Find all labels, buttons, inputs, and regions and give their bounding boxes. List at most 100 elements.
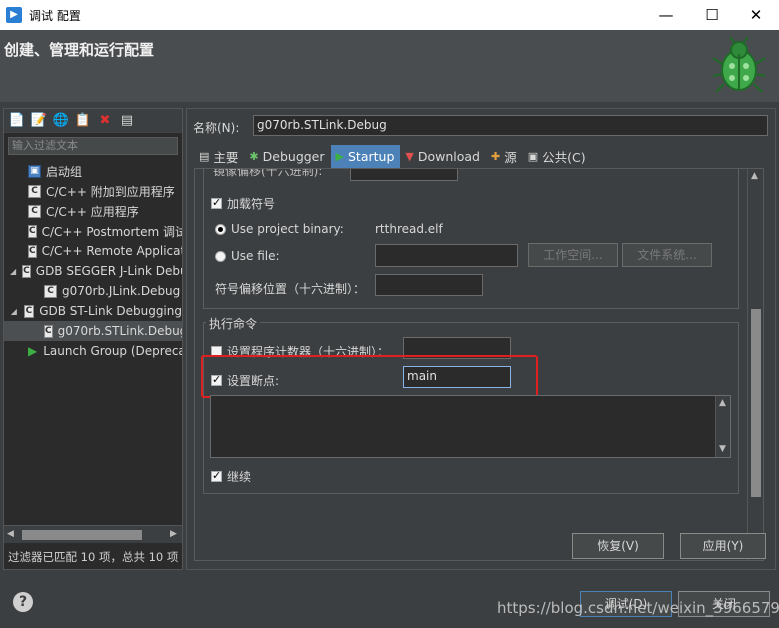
scroll-right-icon[interactable]: ▶ — [170, 529, 177, 539]
tab-startup[interactable]: ▶ Startup — [330, 145, 401, 168]
tab-source[interactable]: ✚ 源 — [486, 145, 523, 168]
tree-item-label: GDB ST-Link Debugging — [39, 304, 182, 318]
continue-checkbox[interactable] — [211, 469, 222, 482]
c-config-icon: C — [28, 204, 41, 218]
tree-item-label: Launch Group (Deprecated) — [43, 344, 182, 358]
tab-download[interactable]: ▼ Download — [400, 145, 486, 168]
tab-debugger[interactable]: ✱ Debugger — [244, 145, 330, 168]
source-icon: ✚ — [491, 150, 501, 163]
tree-item[interactable]: ▶ Launch Group (Deprecated) — [4, 341, 182, 361]
filter-input[interactable]: 输入过滤文本 — [8, 137, 178, 155]
use-project-binary-row[interactable]: Use project binary: — [215, 222, 344, 236]
watermark-text: https://blog.csdn.net/weixin_39665790 — [497, 599, 779, 617]
use-file-radio[interactable] — [215, 250, 226, 262]
tree-item-label: 启动组 — [46, 164, 83, 179]
delete-icon[interactable]: ✖ — [96, 112, 114, 130]
tree-item[interactable]: C C/C++ Remote Application — [4, 241, 182, 261]
scroll-thumb[interactable] — [751, 309, 761, 497]
eclipse-debug-icon: ▶ — [6, 7, 22, 23]
c-config-icon: C — [44, 324, 53, 338]
tree-item[interactable]: C C/C++ 应用程序 — [4, 201, 182, 221]
close-window-button[interactable]: ✕ — [733, 0, 779, 30]
image-offset-row: 镜像偏移(十六进制): — [213, 168, 323, 179]
tree-item[interactable]: C g070rb.JLink.Debug — [4, 281, 182, 301]
horizontal-scrollbar[interactable]: ◀ ▶ — [4, 525, 182, 543]
load-symbols-row[interactable]: 加载符号 — [211, 195, 275, 212]
new-config-icon[interactable]: 📄 — [8, 112, 26, 130]
tab-main[interactable]: ▤ 主要 — [194, 145, 244, 168]
name-input[interactable]: g070rb.STLink.Debug — [253, 115, 768, 136]
launch-icon: ▶ — [28, 344, 38, 358]
new-prototype-icon[interactable]: 📝 — [30, 112, 48, 130]
symbol-offset-input[interactable] — [375, 274, 483, 296]
continue-row[interactable]: 继续 — [211, 468, 251, 485]
run-commands-textarea[interactable]: ▲ ▼ — [210, 395, 731, 458]
apply-button[interactable]: 应用(Y) — [680, 533, 766, 559]
tree-item-label: C/C++ 附加到应用程序 — [46, 184, 175, 199]
textarea-scrollbar[interactable]: ▲ ▼ — [715, 396, 730, 457]
use-file-row[interactable]: Use file: — [215, 249, 280, 263]
c-config-icon: C — [23, 304, 35, 318]
config-tabs: ▤ 主要 ✱ Debugger ▶ Startup ▼ Download ✚ 源 ▣ 公共(… — [194, 145, 592, 168]
tree-item-label: C/C++ Remote Application — [41, 244, 182, 258]
tree-item-label: g070rb.STLink.Debug — [57, 324, 182, 338]
config-tree: ▣ 启动组 C C/C++ 附加到应用程序 C C/C++ 应用程序 C C/C… — [4, 161, 182, 521]
tree-item-selected[interactable]: C g070rb.STLink.Debug — [4, 321, 182, 341]
workspace-button[interactable]: 工作空间... — [528, 243, 618, 267]
c-config-icon: C — [28, 184, 41, 198]
expand-triangle-icon[interactable]: ◢ — [10, 267, 16, 276]
c-config-icon: C — [28, 224, 37, 238]
tab-common[interactable]: ▣ 公共(C) — [523, 145, 592, 168]
use-file-label: Use file: — [231, 249, 280, 263]
collapse-all-icon[interactable]: ▤ — [118, 112, 136, 130]
vertical-scrollbar[interactable]: ▲ ▼ — [747, 169, 763, 560]
common-icon: ▣ — [527, 150, 539, 163]
dialog-header: 创建、管理和运行配置 — [0, 30, 779, 102]
help-icon[interactable]: ? — [13, 592, 33, 612]
expand-triangle-icon[interactable]: ◢ — [10, 307, 18, 316]
image-offset-label: 镜像偏移(十六进制): — [213, 168, 323, 178]
tree-item[interactable]: C C/C++ 附加到应用程序 — [4, 181, 182, 201]
tree-item[interactable]: ▣ 启动组 — [4, 161, 182, 181]
export-icon[interactable]: 🌐 — [52, 112, 70, 130]
duplicate-icon[interactable]: 📋 — [74, 112, 92, 130]
tab-label: 主要 — [213, 150, 239, 165]
title-bar: ▶ 调试 配置 — ☐ ✕ — [0, 0, 779, 30]
tab-label: Download — [417, 149, 480, 164]
tree-item[interactable]: C C/C++ Postmortem 调试器 — [4, 221, 182, 241]
scroll-down-icon[interactable]: ▼ — [719, 444, 726, 454]
scroll-up-icon[interactable]: ▲ — [719, 398, 726, 408]
revert-button[interactable]: 恢复(V) — [572, 533, 664, 559]
window-title: 调试 配置 — [29, 8, 81, 23]
main-icon: ▤ — [199, 150, 210, 163]
symbol-offset-row: 符号偏移位置（十六进制）： — [215, 280, 365, 297]
load-symbols-label: 加载符号 — [227, 197, 276, 211]
tree-item-label: C/C++ Postmortem 调试器 — [41, 224, 182, 239]
tree-item[interactable]: ◢ C GDB ST-Link Debugging — [4, 301, 182, 321]
download-icon: ▼ — [405, 150, 414, 163]
minimize-button[interactable]: — — [643, 0, 689, 30]
load-symbols-checkbox[interactable] — [211, 196, 222, 209]
scroll-left-icon[interactable]: ◀ — [7, 529, 14, 539]
filter-status: 过滤器已匹配 10 项，总共 10 项 — [8, 550, 179, 564]
tab-label: Debugger — [262, 149, 325, 164]
scroll-up-icon[interactable]: ▲ — [751, 171, 758, 181]
project-binary-value: rtthread.elf — [375, 222, 443, 236]
use-project-binary-radio[interactable] — [215, 223, 226, 235]
symbol-file-input[interactable] — [375, 244, 518, 267]
tab-label: Startup — [347, 149, 395, 164]
scroll-thumb[interactable] — [22, 530, 142, 540]
filesystem-button[interactable]: 文件系统... — [622, 243, 712, 267]
launch-group-icon: ▣ — [28, 164, 41, 178]
c-config-icon: C — [28, 244, 37, 258]
symbol-offset-label: 符号偏移位置（十六进制）： — [215, 282, 366, 296]
tree-item[interactable]: ◢ C GDB SEGGER J-Link Debugging — [4, 261, 182, 281]
maximize-button[interactable]: ☐ — [689, 0, 735, 30]
tab-label: 公共(C) — [542, 150, 586, 165]
c-config-icon: C — [44, 284, 57, 298]
project-binary-name: rtthread.elf — [375, 222, 443, 236]
tree-item-label: g070rb.JLink.Debug — [62, 284, 181, 298]
run-commands-legend: 执行命令 — [206, 315, 261, 332]
configuration-list-pane: 📄 📝 🌐 📋 ✖ ▤ 输入过滤文本 ▣ 启动组 C C/C++ 附加到应用程序… — [3, 108, 183, 570]
image-offset-input[interactable] — [350, 169, 458, 181]
